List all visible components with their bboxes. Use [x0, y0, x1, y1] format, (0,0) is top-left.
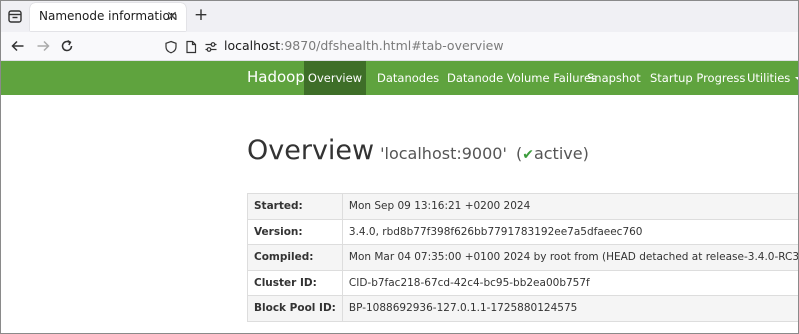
namenode-status: (✔active): [516, 144, 589, 163]
browser-tab[interactable]: Namenode information ✕: [30, 3, 186, 31]
row-key-cluster-id: Cluster ID:: [247, 269, 343, 296]
nav-snapshot[interactable]: Snapshot: [587, 61, 641, 95]
nav-utilities-label: Utilities: [747, 71, 791, 85]
tab-strip: Namenode information ✕ +: [1, 1, 798, 32]
nav-overview[interactable]: Overview: [304, 61, 366, 95]
url-bar[interactable]: localhost:9870/dfshealth.html#tab-overvi…: [161, 34, 798, 58]
row-value-started: Mon Sep 09 13:16:21 +0200 2024: [341, 193, 798, 220]
row-value-block-pool-id: BP-1088692936-127.0.1.1-1725880124575: [341, 295, 798, 322]
permissions-icon[interactable]: [204, 39, 218, 53]
table-row: Compiled: Mon Mar 04 07:35:00 +0100 2024…: [247, 244, 798, 271]
row-key-compiled: Compiled:: [247, 244, 343, 271]
nav-datanodes[interactable]: Datanodes: [377, 61, 439, 95]
table-row: Cluster ID: CID-b7fac218-67cd-42c4-bc95-…: [247, 269, 798, 296]
page-title: Overview: [247, 135, 375, 166]
nav-datanode-volume-failures[interactable]: Datanode Volume Failures: [447, 61, 597, 95]
back-icon[interactable]: [9, 37, 27, 55]
row-key-block-pool-id: Block Pool ID:: [247, 295, 343, 322]
nav-startup-progress[interactable]: Startup Progress: [650, 61, 745, 95]
namenode-host: 'localhost:9000': [380, 144, 507, 163]
url-text[interactable]: localhost:9870/dfshealth.html#tab-overvi…: [224, 38, 504, 53]
overview-table: Started: Mon Sep 09 13:16:21 +0200 2024 …: [247, 193, 798, 322]
row-value-cluster-id: CID-b7fac218-67cd-42c4-bc95-bb2ea00b757f: [341, 269, 798, 296]
row-key-version: Version:: [247, 218, 343, 245]
navigation-bar: localhost:9870/dfshealth.html#tab-overvi…: [1, 32, 798, 61]
nav-utilities[interactable]: Utilities: [747, 61, 798, 95]
tab-title: Namenode information: [39, 9, 178, 23]
url-host: localhost: [224, 38, 281, 53]
shield-icon[interactable]: [164, 39, 178, 54]
page-icon[interactable]: [184, 39, 198, 54]
table-row: Started: Mon Sep 09 13:16:21 +0200 2024: [247, 193, 798, 220]
caret-down-icon: [795, 76, 798, 81]
new-tab-icon[interactable]: +: [192, 6, 210, 24]
reload-icon[interactable]: [58, 37, 76, 55]
row-value-compiled: Mon Mar 04 07:35:00 +0100 2024 by root f…: [341, 244, 798, 271]
browser-window: Namenode information ✕ + localhost:9870/…: [0, 0, 799, 334]
close-icon[interactable]: ✕: [164, 9, 180, 25]
overview-heading: Overview 'localhost:9000' (✔active): [247, 135, 589, 166]
tab-list-icon[interactable]: [6, 7, 24, 25]
status-text: active): [533, 144, 589, 163]
url-path: :9870/dfshealth.html#tab-overview: [280, 38, 504, 53]
hadoop-brand[interactable]: Hadoop: [247, 68, 305, 86]
check-icon: ✔: [522, 147, 534, 163]
table-row: Block Pool ID: BP-1088692936-127.0.1.1-1…: [247, 295, 798, 322]
row-value-version: 3.4.0, rbd8b77f398f626bb7791783192ee7a5d…: [341, 218, 798, 245]
forward-icon[interactable]: [34, 37, 52, 55]
hadoop-navbar: Hadoop Overview Datanodes Datanode Volum…: [1, 61, 798, 95]
row-key-started: Started:: [247, 193, 343, 220]
table-row: Version: 3.4.0, rbd8b77f398f626bb7791783…: [247, 218, 798, 245]
